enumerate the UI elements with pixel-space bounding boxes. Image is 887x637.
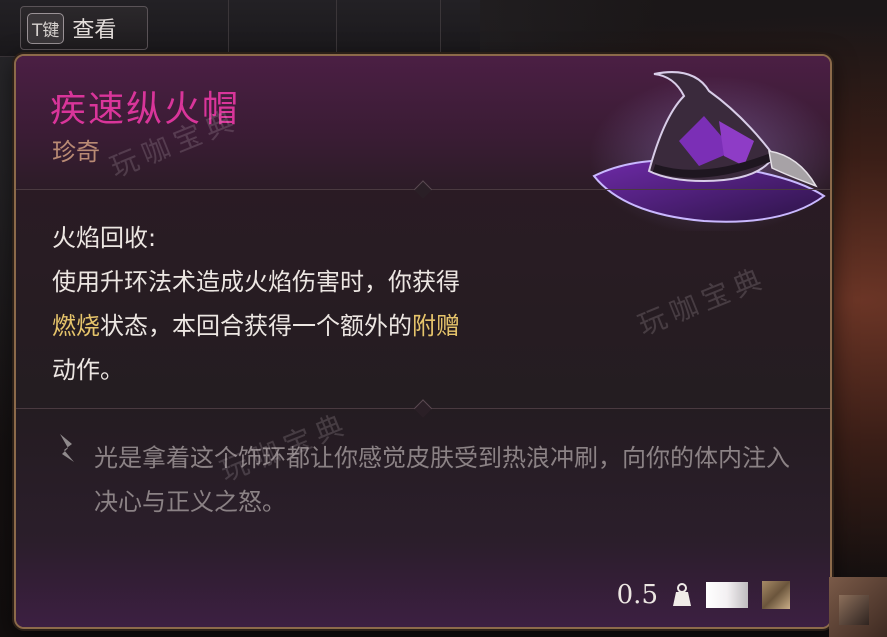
weight-icon	[673, 583, 691, 606]
keyword-bonus[interactable]: 附赠	[412, 312, 460, 340]
flavor-text: 光是拿着这个饰环都让你感觉皮肤受到热浪冲刷，向你的体内注入决心与正义之怒。	[94, 444, 790, 516]
item-footer: 0.5	[617, 577, 790, 613]
keyword-burning[interactable]: 燃烧	[52, 312, 100, 340]
ability-description: 火焰回收: 使用升环法术造成火焰伤害时，你获得 燃烧状态，本回合获得一个额外的附…	[52, 216, 592, 392]
quote-feather-icon	[60, 434, 74, 462]
ability-line-2: 燃烧状态，本回合获得一个额外的附赠	[52, 304, 592, 348]
obscured-value	[706, 582, 748, 608]
gold-icon	[762, 581, 790, 609]
wizard-hat-icon	[589, 71, 830, 231]
top-bar-divider	[228, 0, 229, 56]
section-divider	[16, 399, 830, 418]
inspect-label: 查看	[72, 18, 117, 43]
item-tooltip: 疾速纵火帽 珍奇 火焰回收: 使用升环法术造成火焰伤害时，你获得 燃烧状态，本回…	[14, 54, 832, 629]
inspect-hint-button[interactable]: T键 查看	[20, 6, 148, 50]
top-bar: T键 查看	[0, 0, 480, 57]
background-corner	[829, 577, 887, 637]
ability-title: 火焰回收:	[52, 224, 157, 252]
item-rarity: 珍奇	[52, 138, 100, 166]
ability-line-2-text: 状态，本回合获得一个额外的	[100, 312, 412, 340]
key-cap: T键	[27, 12, 65, 44]
ability-line-1: 使用升环法术造成火焰伤害时，你获得	[52, 268, 460, 296]
weight-value: 0.5	[616, 580, 658, 610]
top-bar-divider	[440, 0, 441, 56]
watermark: 玩咖宝典	[633, 260, 772, 343]
ability-line-3: 动作。	[52, 356, 124, 384]
section-divider	[16, 180, 830, 199]
top-bar-divider	[336, 0, 337, 56]
